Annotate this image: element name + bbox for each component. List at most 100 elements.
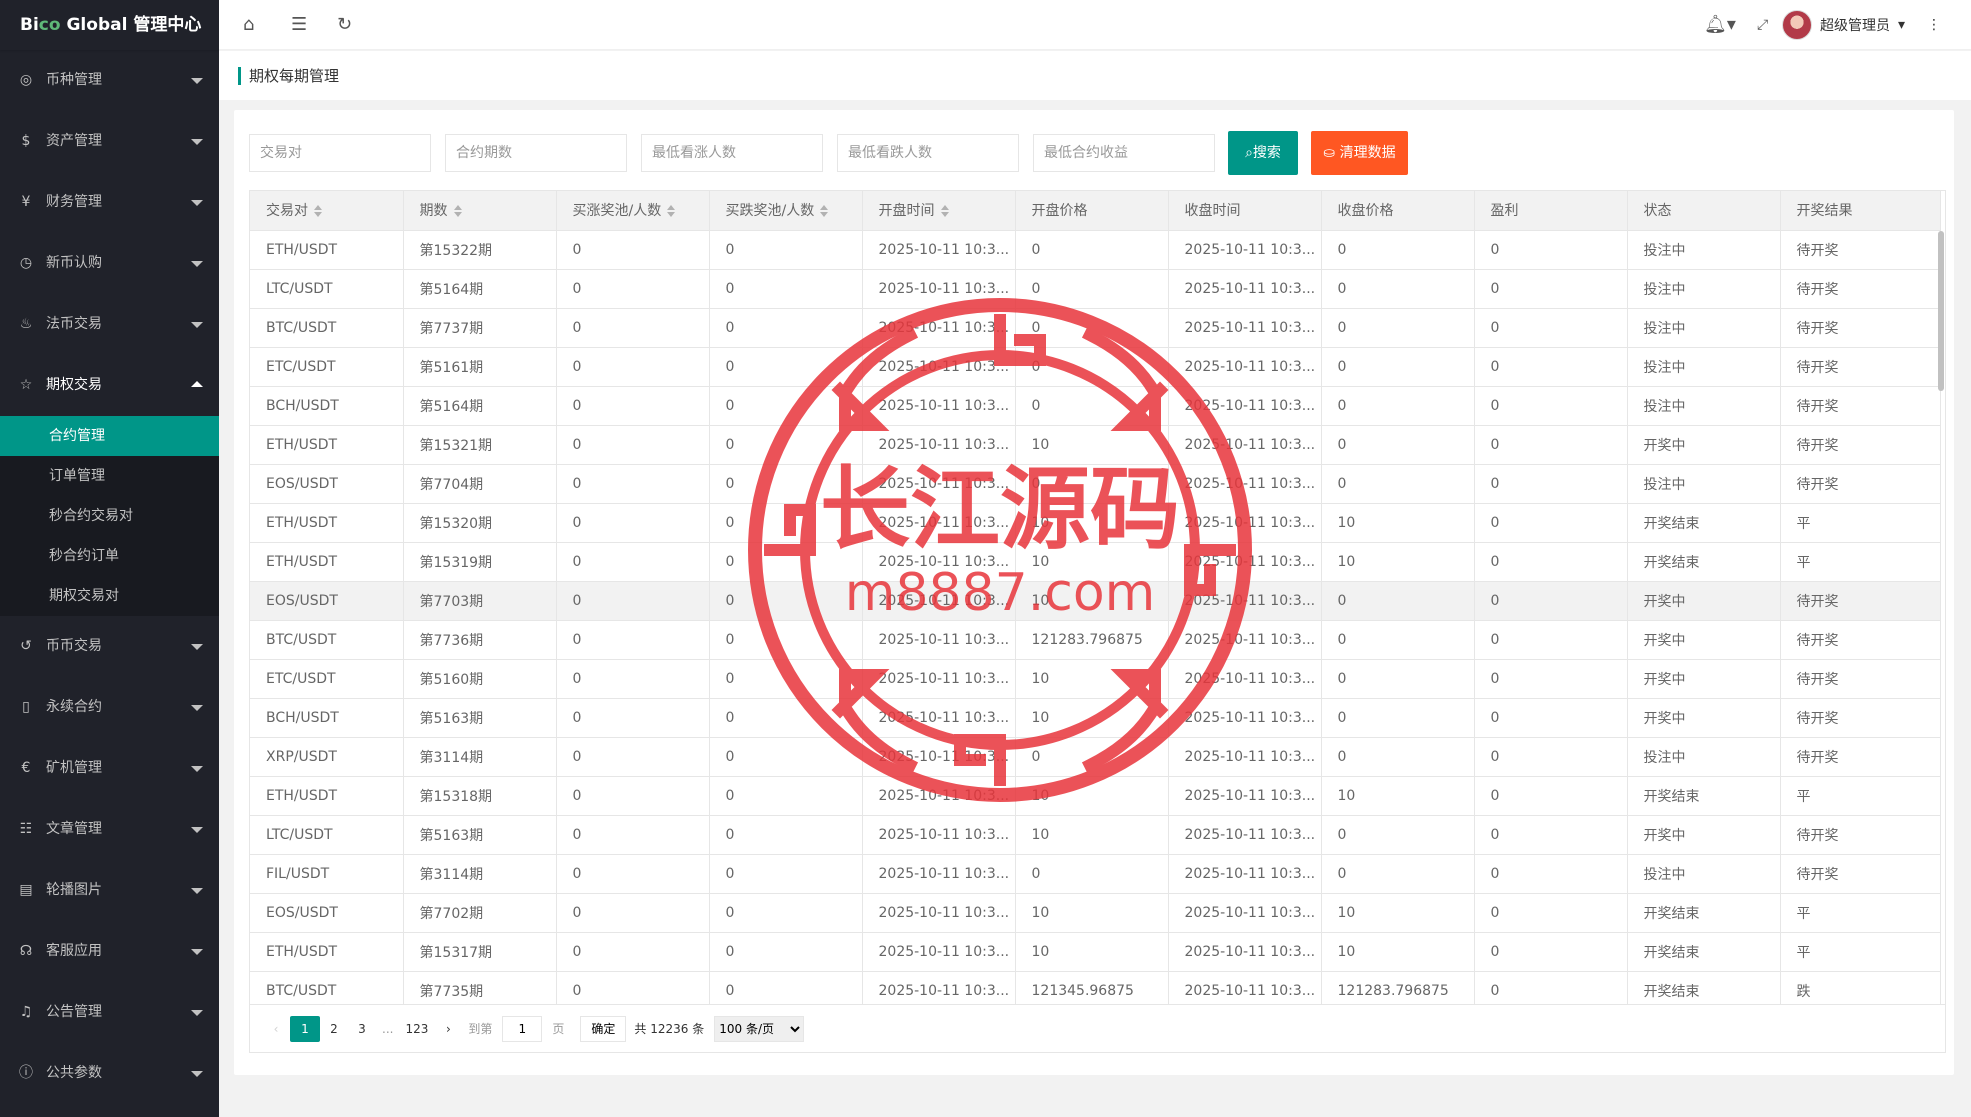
table-row[interactable]: ETH/USDT 第15321期 0 0 2025-10-11 10:3... 10 202… [250,425,1941,465]
column-header-label: 收盘时间 [1184,203,1241,220]
search-button[interactable]: ⌕搜索 [1228,131,1298,175]
sidebar-item-euro[interactable]: € 矿机管理 [0,738,219,799]
sidebar-item-fire[interactable]: ♨ 法币交易 [0,294,219,355]
sidebar-item-chat[interactable]: ☷ 文章管理 [0,799,219,860]
sidebar-item-bell[interactable]: ♫ 公告管理 [0,982,219,1043]
table-cell: 121345.96875 [1015,971,1169,1004]
period-filter-input[interactable] [445,134,627,172]
total-count: 共 12236 条 [634,1022,705,1036]
sort-icon[interactable] [314,205,322,218]
page-1[interactable]: 1 [290,1015,320,1042]
vertical-scrollbar[interactable] [1938,231,1944,391]
table-row[interactable]: LTC/USDT 第5164期 0 0 2025-10-11 10:3... 0 2025-… [250,269,1941,309]
sidebar-item-image[interactable]: ▤ 轮播图片 [0,860,219,921]
notification-bell-icon[interactable]: 🔔︎▾ [1704,0,1736,50]
table-cell: 0 [1474,542,1628,582]
table-cell: 待开奖 [1780,269,1941,309]
column-header: 状态 [1627,191,1781,231]
table-cell: 0 [709,854,863,894]
table-row[interactable]: BTC/USDT 第7737期 0 0 2025-10-11 10:3... 0 2025-… [250,308,1941,348]
table-row[interactable]: EOS/USDT 第7702期 0 0 2025-10-11 10:3... 10 2025… [250,893,1941,933]
sidebar-subitem[interactable]: 期权交易对 [0,576,219,616]
sidebar-item-coin[interactable]: ◎ 币种管理 [0,50,219,111]
column-header[interactable]: 开盘时间 [862,191,1016,231]
refresh-icon[interactable]: ↻ [337,0,352,50]
min-profit-input[interactable] [1033,134,1215,172]
table-row[interactable]: BTC/USDT 第7735期 0 0 2025-10-11 10:3... 121345… [250,971,1941,1004]
table-cell: 第15319期 [403,542,557,582]
table-cell: 开奖结束 [1627,971,1781,1004]
table-cell: 2025-10-11 10:3... [1168,464,1322,504]
user-menu[interactable]: 超级管理员 ▾ ⋮ [1781,0,1941,50]
table-row[interactable]: EOS/USDT 第7704期 0 0 2025-10-11 10:3... 0 2025-… [250,464,1941,504]
table-row[interactable]: ETC/USDT 第5161期 0 0 2025-10-11 10:3... 0 2025-… [250,347,1941,387]
table-cell: 0 [1474,386,1628,426]
sidebar-subitem[interactable]: 订单管理 [0,456,219,496]
table-row[interactable]: LTC/USDT 第5163期 0 0 2025-10-11 10:3... 10 2025… [250,815,1941,855]
sidebar-item-yen[interactable]: ¥ 财务管理 [0,172,219,233]
table-cell: 第7735期 [403,971,557,1004]
clear-data-button[interactable]: ⛀ 清理数据 [1311,131,1408,175]
pair-filter-input[interactable] [249,134,431,172]
sidebar-item-refresh[interactable]: ↺ 币币交易 [0,616,219,677]
more-vertical-icon[interactable]: ⋮ [1927,17,1941,33]
table-cell: 0 [556,503,710,543]
min-down-count-input[interactable] [837,134,1019,172]
menu-toggle-icon[interactable]: ☰ [291,0,307,50]
table-row[interactable]: BTC/USDT 第7736期 0 0 2025-10-11 10:3... 121283… [250,620,1941,660]
chevron-down-icon [191,1071,203,1077]
column-header[interactable]: 期数 [403,191,557,231]
chat-icon: ☷ [19,821,33,837]
table-row[interactable]: ETH/USDT 第15317期 0 0 2025-10-11 10:3... 10 202… [250,932,1941,972]
column-header[interactable]: 买跌奖池/人数 [709,191,863,231]
sidebar-item-clock[interactable]: ◷ 新币认购 [0,233,219,294]
table-row[interactable]: ETC/USDT 第5160期 0 0 2025-10-11 10:3... 10 2025… [250,659,1941,699]
sidebar-subitem[interactable]: 秒合约订单 [0,536,219,576]
min-up-count-input[interactable] [641,134,823,172]
table-row[interactable]: ETH/USDT 第15322期 0 0 2025-10-11 10:3... 0 2025… [250,230,1941,270]
fullscreen-icon[interactable]: ⤢ [1757,0,1768,50]
table-cell: 0 [556,815,710,855]
sidebar-group-options-trading[interactable]: ☆ 期权交易 [0,355,219,416]
goto-page-input[interactable] [502,1015,543,1042]
table-row[interactable]: XRP/USDT 第3114期 0 0 2025-10-11 10:3... 0 2025-… [250,737,1941,777]
app-logo[interactable]: Bico Global 管理中心 [0,0,219,50]
home-icon[interactable]: ⌂ [243,0,254,50]
page-3[interactable]: 3 [348,1016,376,1042]
table-row[interactable]: EOS/USDT 第7703期 0 0 2025-10-11 10:3... 10 2025… [250,581,1941,621]
sort-icon[interactable] [453,205,462,218]
table-row[interactable]: ETH/USDT 第15318期 0 0 2025-10-11 10:3... 10 202… [250,776,1941,816]
page-last[interactable]: 123 [399,1016,434,1042]
page-size-select[interactable]: 100 条/页 [714,1015,805,1042]
sidebar-item-info[interactable]: ⓘ 公共参数 [0,1043,219,1104]
sort-icon[interactable] [940,205,949,218]
sidebar-item-file[interactable]: ▯ 永续合约 [0,677,219,738]
page-2[interactable]: 2 [320,1016,348,1042]
table-cell: 开奖结束 [1627,503,1781,543]
table-cell: 开奖中 [1627,659,1781,699]
prev-page-icon[interactable]: ‹ [262,1016,290,1042]
sidebar-item-headset[interactable]: ☊ 客服应用 [0,921,219,982]
table-cell: XRP/USDT [250,737,404,777]
table-cell: 0 [556,542,710,582]
column-header[interactable]: 交易对 [250,191,404,231]
sidebar-item-label: 公共参数 [46,1065,102,1081]
table-row[interactable]: BCH/USDT 第5164期 0 0 2025-10-11 10:3... 0 2025-… [250,386,1941,426]
table-row[interactable]: BCH/USDT 第5163期 0 0 2025-10-11 10:3... 10 2025… [250,698,1941,738]
table-cell: BTC/USDT [250,308,404,348]
table-row[interactable]: ETH/USDT 第15320期 0 0 2025-10-11 10:3... 10 202… [250,503,1941,543]
sort-icon[interactable] [820,205,829,218]
table-cell: 2025-10-11 10:3... [1168,737,1322,777]
table-row[interactable]: ETH/USDT 第15319期 0 0 2025-10-11 10:3... 10 202… [250,542,1941,582]
sort-icon[interactable] [667,205,676,218]
next-page-icon[interactable]: › [434,1016,462,1042]
sidebar-item-label: 资产管理 [46,133,102,149]
sidebar-item-dollar[interactable]: $ 资产管理 [0,111,219,172]
sidebar-subitem[interactable]: 秒合约交易对 [0,496,219,536]
table-cell: 0 [709,347,863,387]
column-header[interactable]: 买涨奖池/人数 [556,191,710,231]
goto-confirm-button[interactable]: 确定 [580,1015,627,1042]
table-row[interactable]: FIL/USDT 第3114期 0 0 2025-10-11 10:3... 0 2025-… [250,854,1941,894]
sidebar-item-label: 币币交易 [46,638,102,654]
sidebar-subitem[interactable]: 合约管理 [0,416,219,456]
